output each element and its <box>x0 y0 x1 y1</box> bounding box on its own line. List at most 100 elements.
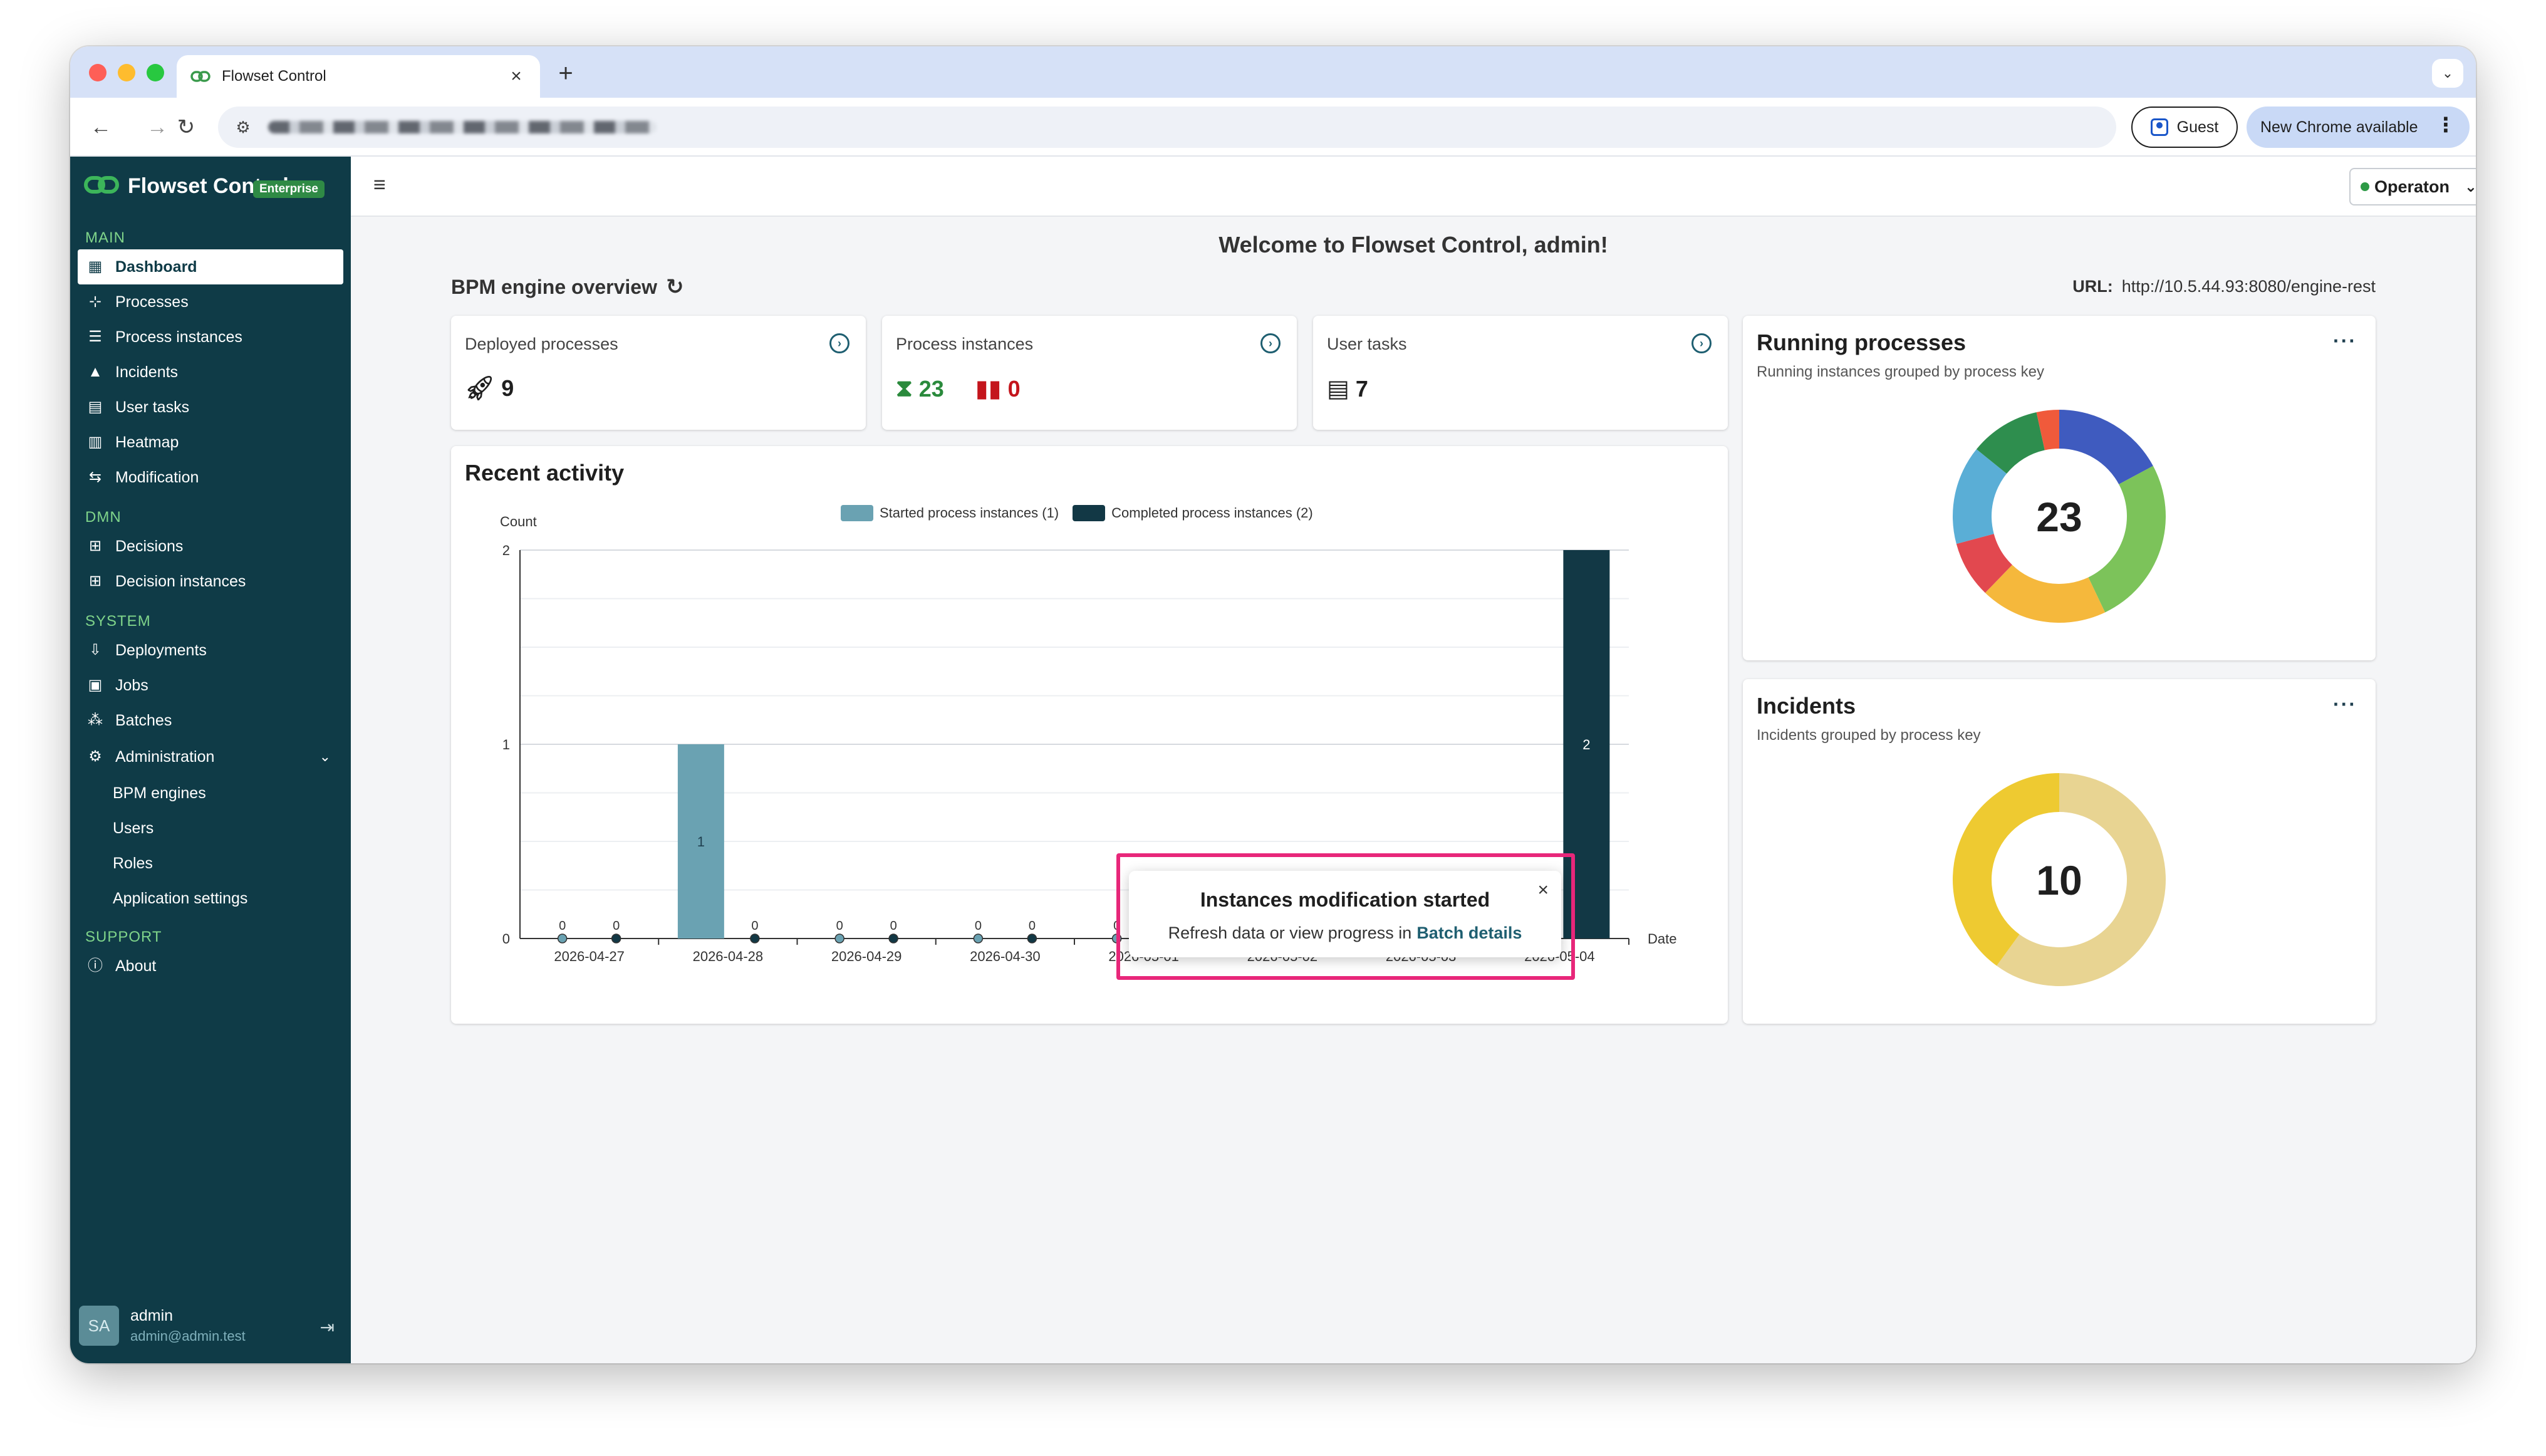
back-arrow-icon[interactable]: ← <box>85 112 117 143</box>
sidebar-item-heatmap[interactable]: ▥ Heatmap <box>78 425 343 460</box>
browser-tab[interactable]: Flowset Control × <box>177 55 540 98</box>
engine-url-label: URL: <box>2072 277 2113 296</box>
zero-marker <box>1027 933 1037 944</box>
menu-toggle-icon[interactable]: ≡ <box>373 174 395 195</box>
sidebar-item-label: Processes <box>115 293 189 311</box>
top-bar: ≡ Operaton ⌄ ⊟ <box>351 157 2476 217</box>
sidebar-item-users[interactable]: Users <box>78 811 343 846</box>
x-tick-label: 2026-04-28 <box>693 949 764 964</box>
new-tab-button[interactable]: + <box>550 58 581 89</box>
avatar: SA <box>79 1306 119 1346</box>
site-settings-icon[interactable]: ⚙ <box>232 116 254 138</box>
sidebar-item-decisions[interactable]: ⊞ Decisions <box>78 529 343 564</box>
process-instances-card[interactable]: Process instances › ⧗ 23 ▮▮ 0 <box>882 316 1297 430</box>
sidebar-item-label: Decisions <box>115 537 184 555</box>
enterprise-badge: Enterprise <box>253 180 325 198</box>
pie-slice[interactable] <box>2088 465 2166 613</box>
batch-details-link[interactable]: Batch details <box>1416 923 1522 942</box>
donut-center-label: 10 <box>2036 857 2082 903</box>
id-card-icon: ▤ <box>1327 376 1349 402</box>
brand[interactable]: Flowset Control Enterprise <box>84 174 325 199</box>
sidebar-item-label: BPM engines <box>113 784 206 802</box>
sidebar-item-jobs[interactable]: ▣ Jobs <box>78 668 343 703</box>
close-tab-icon[interactable]: × <box>504 66 529 87</box>
chevron-right-icon[interactable]: › <box>829 333 850 353</box>
forward-arrow-icon[interactable]: → <box>142 112 173 143</box>
section-system: SYSTEM <box>85 613 151 630</box>
x-tick-label: 2026-04-30 <box>970 949 1041 964</box>
browser-toolbar: ← → ↻ ⚙ Guest New Chrome available ⋮ <box>70 98 2476 157</box>
stat-label: Process instances <box>896 335 1034 353</box>
rocket-icon: 🚀︎ <box>465 375 496 402</box>
blurred-url <box>268 121 657 133</box>
close-icon[interactable]: × <box>1537 880 1549 901</box>
sidebar-item-user-tasks[interactable]: ▤ User tasks <box>78 390 343 425</box>
tasks-count: 7 <box>1355 375 1368 402</box>
data-label: 0 <box>836 919 843 933</box>
sidebar-item-process-instances[interactable]: ☰ Process instances <box>78 320 343 355</box>
maximize-window-button[interactable] <box>147 64 164 81</box>
zero-marker <box>557 933 568 944</box>
sidebar-item-application-settings[interactable]: Application settings <box>78 881 343 916</box>
sidebar-item-deployments[interactable]: ⇩ Deployments <box>78 633 343 668</box>
zero-marker <box>834 933 844 944</box>
sidebar-item-modification[interactable]: ⇆ Modification <box>78 460 343 495</box>
sidebar-item-batches[interactable]: ⁂ Batches <box>78 703 343 738</box>
browser-tab-bar: Flowset Control × + ⌄ <box>70 46 2476 98</box>
running-processes-card: Running processes Running instances grou… <box>1743 316 2376 660</box>
suspended-count: 0 <box>1007 375 1021 402</box>
guest-label: Guest <box>2176 118 2219 136</box>
y-tick-label: 0 <box>502 931 510 947</box>
data-label: 0 <box>1029 919 1036 933</box>
section-main: MAIN <box>85 229 125 246</box>
jobs-icon: ▣ <box>88 677 103 694</box>
chevron-down-icon: ⌄ <box>319 749 331 764</box>
zero-marker <box>750 933 760 944</box>
chrome-update-button[interactable]: New Chrome available ⋮ <box>2247 107 2470 148</box>
sidebar-item-label: Users <box>113 819 154 837</box>
sidebar-item-incidents[interactable]: ▲ Incidents <box>78 355 343 390</box>
sidebar-item-decision-instances[interactable]: ⊞ Decision instances <box>78 564 343 599</box>
deploy-icon: ⇩ <box>88 642 102 658</box>
flowset-logo-icon <box>188 64 213 89</box>
zero-marker <box>611 933 621 944</box>
flowset-logo-icon <box>84 174 119 199</box>
user-profile[interactable]: SA admin admin@admin.test ⇥ <box>78 1302 343 1352</box>
pie-slice[interactable] <box>2059 410 2153 484</box>
sidebar-item-roles[interactable]: Roles <box>78 846 343 881</box>
zero-marker <box>888 933 898 944</box>
sidebar-item-label: Decision instances <box>115 572 246 590</box>
chevron-right-icon[interactable]: › <box>1691 333 1712 353</box>
refresh-icon[interactable]: ↻ <box>666 274 684 299</box>
y-tick-label: 1 <box>502 737 510 752</box>
minimize-window-button[interactable] <box>118 64 135 81</box>
sidebar-item-about[interactable]: ⓘ About <box>78 949 343 984</box>
chevron-right-icon[interactable]: › <box>1260 333 1281 353</box>
logout-icon[interactable]: ⇥ <box>320 1317 335 1338</box>
tab-search-button[interactable]: ⌄ <box>2432 59 2463 88</box>
id-card-icon: ▤ <box>88 398 103 415</box>
sidebar-item-label: Batches <box>115 711 172 729</box>
stat-value-row: 🚀︎ 9 <box>465 375 514 402</box>
overview-title: BPM engine overview ↻ <box>451 274 683 299</box>
user-tasks-card[interactable]: User tasks › ▤ 7 <box>1313 316 1728 430</box>
engine-selector[interactable]: Operaton ⌄ <box>2349 168 2476 205</box>
dashboard-icon: ▦ <box>88 258 103 275</box>
sidebar-item-label: Deployments <box>115 641 207 659</box>
sidebar-item-administration[interactable]: ⚙ Administration ⌄ <box>78 739 343 774</box>
sidebar-item-dashboard[interactable]: ▦ Dashboard <box>78 249 343 284</box>
sidebar-item-label: Roles <box>113 854 153 872</box>
list-icon: ☰ <box>88 328 102 345</box>
close-window-button[interactable] <box>89 64 107 81</box>
deployed-processes-card[interactable]: Deployed processes › 🚀︎ 9 <box>451 316 866 430</box>
guest-profile-button[interactable]: Guest <box>2131 107 2238 148</box>
sidebar-item-bpm-engines[interactable]: BPM engines <box>78 776 343 811</box>
engine-url: URL: http://10.5.44.93:8080/engine-rest <box>2072 277 2376 296</box>
batches-icon: ⁂ <box>88 712 103 729</box>
address-bar[interactable]: ⚙ <box>218 107 2116 148</box>
more-vert-icon[interactable]: ⋮ <box>2436 113 2456 137</box>
reload-icon[interactable]: ↻ <box>170 112 202 143</box>
sidebar-item-processes[interactable]: ⊹ Processes <box>78 284 343 320</box>
hourglass-icon: ⧗ <box>896 375 913 402</box>
heatmap-icon: ▥ <box>88 434 103 450</box>
